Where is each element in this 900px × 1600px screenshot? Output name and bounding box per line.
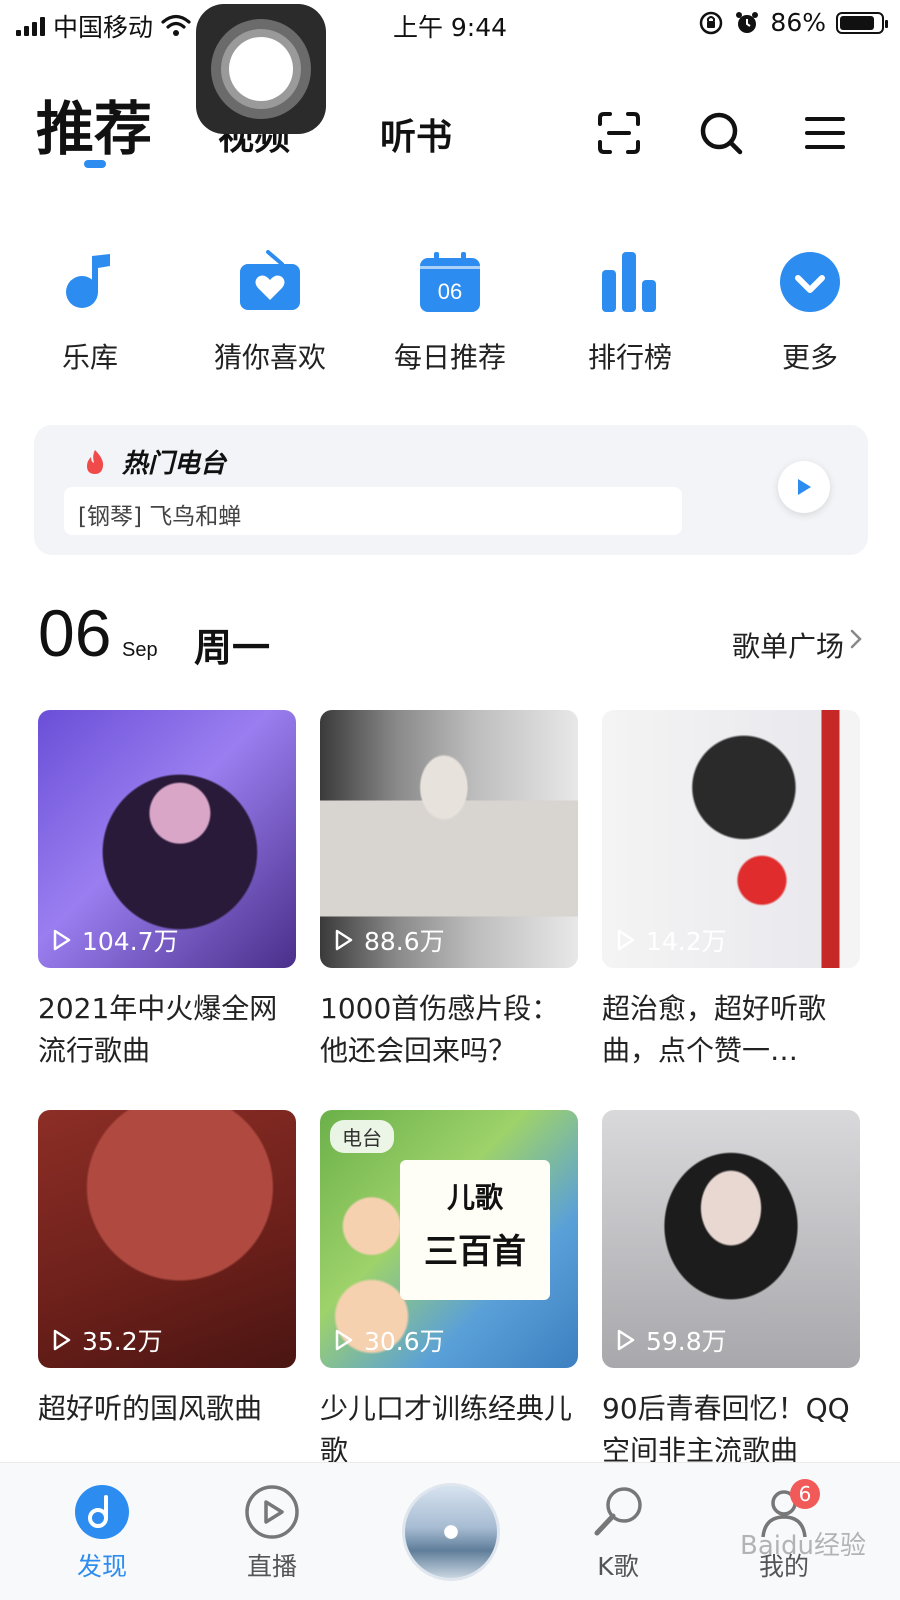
- bar-chart-icon: [602, 252, 656, 312]
- nav-live[interactable]: 直播: [212, 1483, 332, 1583]
- play-outline-icon: [335, 1329, 353, 1351]
- flame-icon: [87, 449, 104, 474]
- playlist-card[interactable]: 电台 儿歌 三百首 30.6万 少儿口才训练经典儿歌: [320, 1110, 578, 1472]
- quick-entry-label: 猜你喜欢: [213, 341, 326, 374]
- playlist-cover[interactable]: 14.2万: [602, 710, 860, 968]
- play-outline-icon: [335, 929, 353, 951]
- play-count-value: 14.2万: [646, 927, 727, 956]
- search-icon[interactable]: [698, 110, 744, 156]
- discover-icon: [75, 1485, 129, 1539]
- playlist-title[interactable]: 超好听的国风歌曲: [38, 1388, 296, 1430]
- radio-play-button[interactable]: [778, 461, 830, 513]
- scan-icon[interactable]: [596, 110, 642, 156]
- play-count: 59.8万: [616, 1322, 727, 1358]
- date-day: 06: [38, 596, 112, 670]
- cover-text-subtitle: 三百首: [424, 1232, 526, 1272]
- calendar-day-text: 06: [438, 279, 462, 304]
- hot-radio-now-playing[interactable]: [钢琴] 飞鸟和蝉: [64, 487, 682, 535]
- playlist-card[interactable]: 35.2万 超好听的国风歌曲: [38, 1110, 296, 1430]
- music-note-icon: [66, 254, 110, 308]
- tab-recommend[interactable]: 推荐: [36, 82, 152, 166]
- quick-entry-guess-you-like[interactable]: 猜你喜欢: [180, 250, 360, 376]
- play-outline-icon: [53, 1329, 71, 1351]
- playlist-cover[interactable]: 35.2万: [38, 1110, 296, 1368]
- notification-badge: 6: [790, 1479, 820, 1509]
- play-count-value: 30.6万: [364, 1327, 445, 1356]
- cover-text-title: 儿歌: [446, 1181, 503, 1214]
- top-tab-bar: 推荐 视频 听书: [0, 80, 900, 180]
- play-count: 88.6万: [334, 922, 445, 958]
- playlist-cover[interactable]: 104.7万: [38, 710, 296, 968]
- nav-discover[interactable]: 发现: [42, 1483, 162, 1583]
- battery-fill: [840, 15, 875, 30]
- playlist-card[interactable]: 59.8万 90后青春回忆！QQ空间非主流歌曲: [602, 1110, 860, 1472]
- hot-radio-title: 热门电台: [122, 449, 227, 479]
- nav-label: 发现: [76, 1552, 127, 1581]
- rotation-lock-icon: [700, 11, 723, 34]
- radio-badge: 电台: [330, 1120, 394, 1153]
- status-bar: 中国移动 上午 9:44 86%: [0, 0, 900, 46]
- playlist-card[interactable]: 88.6万 1000首伤感片段：他还会回来吗？: [320, 710, 578, 1072]
- playlist-square-link[interactable]: 歌单广场: [732, 625, 844, 665]
- quick-entry-label: 乐库: [61, 341, 118, 374]
- radio-heart-icon: [240, 250, 300, 310]
- assistive-touch-button[interactable]: [196, 4, 326, 134]
- play-count: 104.7万: [52, 922, 179, 958]
- quick-entry-bar: 乐库 猜你喜欢 06 每日推荐 排行榜 更多: [0, 250, 900, 380]
- nav-label: K歌: [597, 1552, 639, 1581]
- chevron-right-icon[interactable]: [846, 625, 866, 653]
- hot-radio-card[interactable]: 热门电台 [钢琴] 飞鸟和蝉: [34, 425, 868, 555]
- calendar-icon: 06: [420, 252, 480, 312]
- nav-label: 直播: [246, 1552, 297, 1581]
- play-icon: [798, 479, 811, 495]
- menu-icon[interactable]: [802, 110, 848, 156]
- playlist-title[interactable]: 少儿口才训练经典儿歌: [320, 1388, 578, 1472]
- play-outline-icon: [53, 929, 71, 951]
- quick-entry-label: 每日推荐: [393, 341, 506, 374]
- play-count: 14.2万: [616, 922, 727, 958]
- battery-icon: [836, 11, 888, 34]
- bottom-nav: 发现 直播 K歌 我的 6 Baidu经验: [0, 1462, 900, 1600]
- play-count-value: 59.8万: [646, 1327, 727, 1356]
- play-count: 35.2万: [52, 1322, 163, 1358]
- playlist-title[interactable]: 1000首伤感片段：他还会回来吗？: [320, 988, 578, 1072]
- nav-karaoke[interactable]: K歌: [558, 1483, 678, 1583]
- play-count-value: 35.2万: [82, 1327, 163, 1356]
- playlist-title[interactable]: 2021年中火爆全网流行歌曲: [38, 988, 296, 1072]
- watermark: Baidu经验: [740, 1531, 866, 1561]
- play-count: 30.6万: [334, 1322, 445, 1358]
- quick-entry-daily-recommend[interactable]: 06 每日推荐: [360, 250, 540, 376]
- play-outline-icon: [617, 1329, 635, 1351]
- playlist-card[interactable]: 104.7万 2021年中火爆全网流行歌曲: [38, 710, 296, 1072]
- alarm-icon: [736, 11, 759, 33]
- date-weekday: 周一: [194, 626, 271, 670]
- quick-entry-more[interactable]: 更多: [720, 250, 900, 376]
- tab-audiobook[interactable]: 听书: [380, 108, 452, 160]
- quick-entry-music-library[interactable]: 乐库: [0, 250, 180, 376]
- cover-book-panel: 儿歌 三百首: [400, 1160, 550, 1300]
- microphone-icon: [594, 1487, 642, 1536]
- hot-radio-header: 热门电台: [84, 443, 226, 480]
- date-month: Sep: [122, 639, 158, 661]
- quick-entry-charts[interactable]: 排行榜: [540, 250, 720, 376]
- play-count-value: 104.7万: [82, 927, 179, 956]
- quick-entry-label: 更多: [781, 341, 838, 374]
- playlist-title[interactable]: 90后青春回忆！QQ空间非主流歌曲: [602, 1388, 860, 1472]
- chevron-down-circle-icon: [780, 252, 840, 312]
- battery-percent: 86%: [770, 8, 826, 37]
- playlist-cover[interactable]: 59.8万: [602, 1110, 860, 1368]
- play-count-value: 88.6万: [364, 927, 445, 956]
- live-play-icon: [245, 1485, 299, 1539]
- now-playing-disc[interactable]: [402, 1483, 500, 1581]
- playlist-cover[interactable]: 电台 儿歌 三百首 30.6万: [320, 1110, 578, 1368]
- play-outline-icon: [617, 929, 635, 951]
- status-right: 86%: [698, 8, 888, 37]
- playlist-card[interactable]: 14.2万 超治愈，超好听歌曲，点个赞一…: [602, 710, 860, 1072]
- quick-entry-label: 排行榜: [587, 341, 672, 374]
- daily-playlist-header: 06 Sep 周一 歌单广场: [0, 595, 900, 675]
- playlist-cover[interactable]: 88.6万: [320, 710, 578, 968]
- active-tab-indicator: [84, 160, 106, 168]
- playlist-title[interactable]: 超治愈，超好听歌曲，点个赞一…: [602, 988, 860, 1072]
